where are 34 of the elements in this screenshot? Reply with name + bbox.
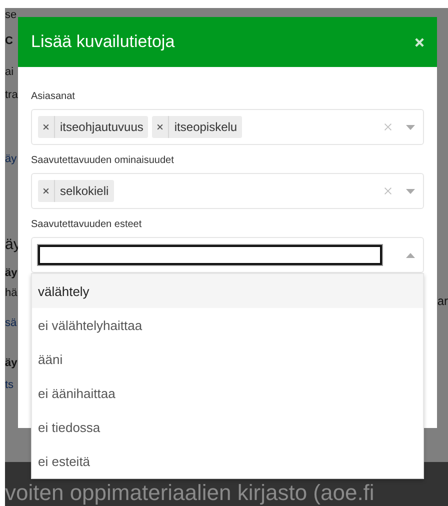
- footer-text: voiten oppimateriaalien kirjasto (aoe.fi: [5, 480, 374, 506]
- dropdown-option[interactable]: välähtely: [32, 274, 423, 308]
- dropdown-option[interactable]: ei esteitä: [32, 444, 423, 478]
- page-text-fragment: tra: [5, 88, 18, 102]
- dropdown-option[interactable]: ei välähtelyhaittaa: [32, 308, 423, 342]
- tag-chip: itseohjautuvuus: [38, 116, 148, 138]
- tag-chip: itseopiskelu: [152, 116, 242, 138]
- field-label: Asiasanat: [31, 91, 76, 102]
- page-text-fragment: ar: [437, 294, 448, 310]
- tag-chip: selkokieli: [38, 180, 114, 202]
- multi-select-field[interactable]: itseohjautuvuus itseopiskelu: [31, 109, 424, 145]
- close-icon[interactable]: [157, 124, 164, 130]
- page-text-fragment: hä: [5, 286, 18, 300]
- page-text-fragment[interactable]: sä: [5, 316, 17, 330]
- search-input[interactable]: [38, 245, 382, 265]
- page-text-fragment: äy: [5, 356, 18, 370]
- field-label: Saavutettavuuden esteet: [31, 219, 143, 230]
- dropdown-option[interactable]: ei tiedossa: [32, 410, 423, 444]
- page-text-fragment[interactable]: äy: [5, 152, 17, 166]
- page-text-fragment: ai: [5, 65, 14, 79]
- page-text-fragment: C: [5, 34, 13, 48]
- close-icon[interactable]: [43, 188, 49, 194]
- dialog-title: Lisää kuvailutietoja: [31, 32, 175, 52]
- caret-down-icon[interactable]: [406, 124, 415, 130]
- field-label: Saavutettavuuden ominaisuudet: [31, 155, 175, 166]
- close-icon[interactable]: [43, 124, 49, 130]
- multi-select-field[interactable]: selkokieli: [31, 173, 424, 209]
- page-text-fragment: se: [5, 8, 17, 22]
- page-text-fragment: äy: [5, 266, 18, 280]
- caret-down-icon[interactable]: [406, 188, 415, 194]
- caret-up-icon[interactable]: [406, 252, 415, 258]
- dropdown-option[interactable]: ääni: [32, 342, 423, 376]
- page-text-fragment[interactable]: ts: [5, 378, 14, 392]
- dropdown-option[interactable]: ei äänihaittaa: [32, 376, 423, 410]
